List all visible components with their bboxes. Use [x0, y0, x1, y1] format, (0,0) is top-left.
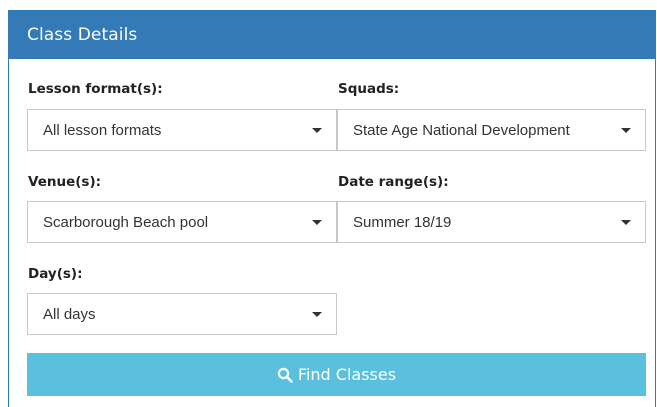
venues-select[interactable]: Scarborough Beach pool — [27, 201, 337, 243]
venues-value: Scarborough Beach pool — [43, 213, 209, 231]
panel-title: Class Details — [9, 11, 655, 59]
lesson-formats-select[interactable]: All lesson formats — [27, 109, 337, 151]
chevron-down-icon — [621, 219, 631, 225]
venues-label: Venue(s): — [28, 174, 102, 190]
squads-label: Squads: — [338, 81, 400, 97]
find-classes-label: Find Classes — [297, 365, 397, 384]
date-range-label: Date range(s): — [338, 174, 449, 190]
chevron-down-icon — [312, 219, 322, 225]
chevron-down-icon — [312, 311, 322, 317]
chevron-down-icon — [621, 127, 631, 133]
days-select[interactable]: All days — [27, 293, 337, 335]
squads-select[interactable]: State Age National Development — [337, 109, 646, 151]
days-label: Day(s): — [28, 266, 83, 282]
find-classes-button[interactable]: Find Classes — [27, 353, 646, 396]
lesson-formats-value: All lesson formats — [43, 121, 162, 139]
days-value: All days — [43, 305, 96, 323]
chevron-down-icon — [312, 127, 322, 133]
lesson-formats-label: Lesson format(s): — [28, 81, 163, 97]
date-range-select[interactable]: Summer 18/19 — [337, 201, 646, 243]
class-details-panel: Class Details Lesson format(s): All less… — [8, 10, 656, 407]
date-range-value: Summer 18/19 — [353, 213, 452, 231]
squads-value: State Age National Development — [353, 121, 570, 139]
search-icon — [277, 367, 293, 383]
